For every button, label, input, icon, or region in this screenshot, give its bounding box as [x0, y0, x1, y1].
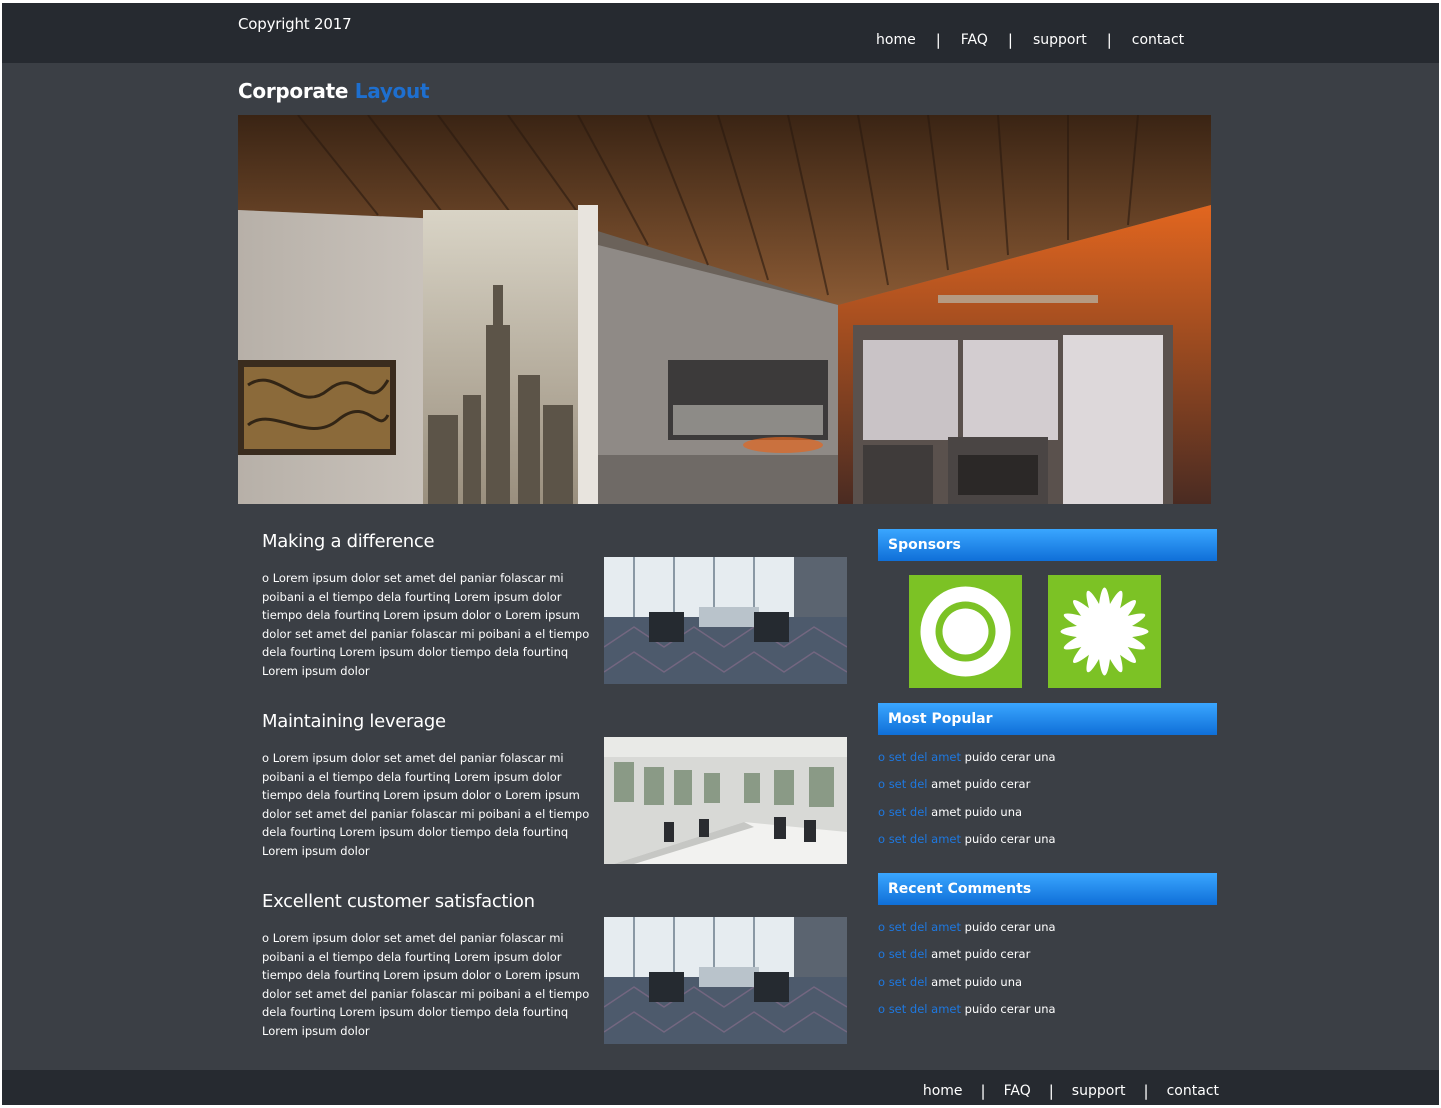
comment-link[interactable]: o set del	[878, 975, 928, 989]
popular-link[interactable]: o set del	[878, 805, 928, 819]
footer-faq-link[interactable]: FAQ	[1004, 1083, 1031, 1099]
list-item: o set del amet puido cerar una	[878, 1001, 1217, 1028]
footer-contact-link[interactable]: contact	[1167, 1083, 1219, 1099]
list-item: o set del amet puido una	[878, 974, 1217, 1001]
list-item-text: puido cerar una	[960, 831, 1056, 846]
list-item-text: amet puido cerar	[927, 947, 1031, 962]
nav-support-link[interactable]: support	[1033, 32, 1087, 48]
comment-link[interactable]: o set del	[878, 947, 928, 961]
article-title[interactable]: Excellent customer satisfaction	[262, 891, 852, 912]
list-item-text: amet puido una	[927, 974, 1023, 989]
article-title[interactable]: Maintaining leverage	[262, 711, 852, 732]
footer-nav: home | FAQ | support | contact	[923, 1082, 1219, 1100]
article-card: Maintaining leverage o Lorem ipsum dolor…	[262, 711, 852, 864]
header-bar: Copyright 2017 home | FAQ | support | co…	[2, 3, 1439, 63]
list-item: o set del amet puido cerar una	[878, 749, 1217, 776]
nav-separator: |	[980, 1082, 986, 1100]
list-item: o set del amet puido una	[878, 804, 1217, 831]
logo-text-accent: Layout	[354, 79, 430, 103]
site-logo[interactable]: Corporate Layout	[238, 79, 430, 103]
article-body: o Lorem ipsum dolor set amet del paniar …	[262, 571, 590, 678]
article-image	[604, 917, 847, 1044]
nav-separator: |	[935, 31, 941, 49]
sponsor-ring-logo[interactable]	[909, 575, 1022, 688]
list-item-text: amet puido cerar	[927, 777, 1031, 792]
footer-support-link[interactable]: support	[1072, 1083, 1126, 1099]
list-item: o set del amet puido cerar una	[878, 831, 1217, 858]
footer-home-link[interactable]: home	[923, 1083, 963, 1099]
nav-separator: |	[1143, 1082, 1149, 1100]
page-frame: Copyright 2017 home | FAQ | support | co…	[2, 3, 1439, 1105]
article-image	[604, 737, 847, 864]
top-nav: home | FAQ | support | contact	[876, 31, 1184, 49]
list-item-text: puido cerar una	[960, 750, 1056, 764]
article-title[interactable]: Making a difference	[262, 531, 852, 552]
nav-separator: |	[1048, 1082, 1054, 1100]
copyright-text: Copyright 2017	[238, 15, 352, 33]
list-item-text: amet puido una	[927, 804, 1023, 819]
popular-link[interactable]: o set del amet	[878, 832, 961, 846]
hero-image	[238, 115, 1211, 504]
sponsor-flower-logo[interactable]	[1048, 575, 1161, 688]
article-body: o Lorem ipsum dolor set amet del paniar …	[262, 931, 590, 1038]
article-card: Excellent customer satisfaction o Lorem …	[262, 891, 852, 1044]
nav-separator: |	[1007, 31, 1013, 49]
list-item: o set del amet puido cerar	[878, 946, 1217, 973]
most-popular-list: o set del amet puido cerar una o set del…	[878, 749, 1217, 858]
nav-faq-link[interactable]: FAQ	[961, 32, 988, 48]
recent-comments-heading: Recent Comments	[878, 873, 1217, 905]
logo-text-primary: Corporate	[238, 79, 349, 103]
comment-link[interactable]: o set del amet	[878, 920, 961, 934]
recent-comments-list: o set del amet puido cerar una o set del…	[878, 919, 1217, 1028]
article-image	[604, 557, 847, 684]
most-popular-heading: Most Popular	[878, 703, 1217, 735]
list-item-text: puido cerar una	[960, 1001, 1056, 1016]
nav-home-link[interactable]: home	[876, 32, 916, 48]
nav-contact-link[interactable]: contact	[1132, 32, 1184, 48]
list-item-text: puido cerar una	[960, 920, 1056, 934]
footer-bar: home | FAQ | support | contact	[2, 1070, 1439, 1105]
list-item: o set del amet puido cerar una	[878, 919, 1217, 946]
article-card: Making a difference o Lorem ipsum dolor …	[262, 531, 852, 684]
nav-separator: |	[1106, 31, 1112, 49]
sponsors-heading: Sponsors	[878, 529, 1217, 561]
popular-link[interactable]: o set del	[878, 777, 928, 791]
comment-link[interactable]: o set del amet	[878, 1002, 961, 1016]
article-body: o Lorem ipsum dolor set amet del paniar …	[262, 751, 590, 858]
list-item: o set del amet puido cerar	[878, 776, 1217, 803]
popular-link[interactable]: o set del amet	[878, 750, 961, 764]
